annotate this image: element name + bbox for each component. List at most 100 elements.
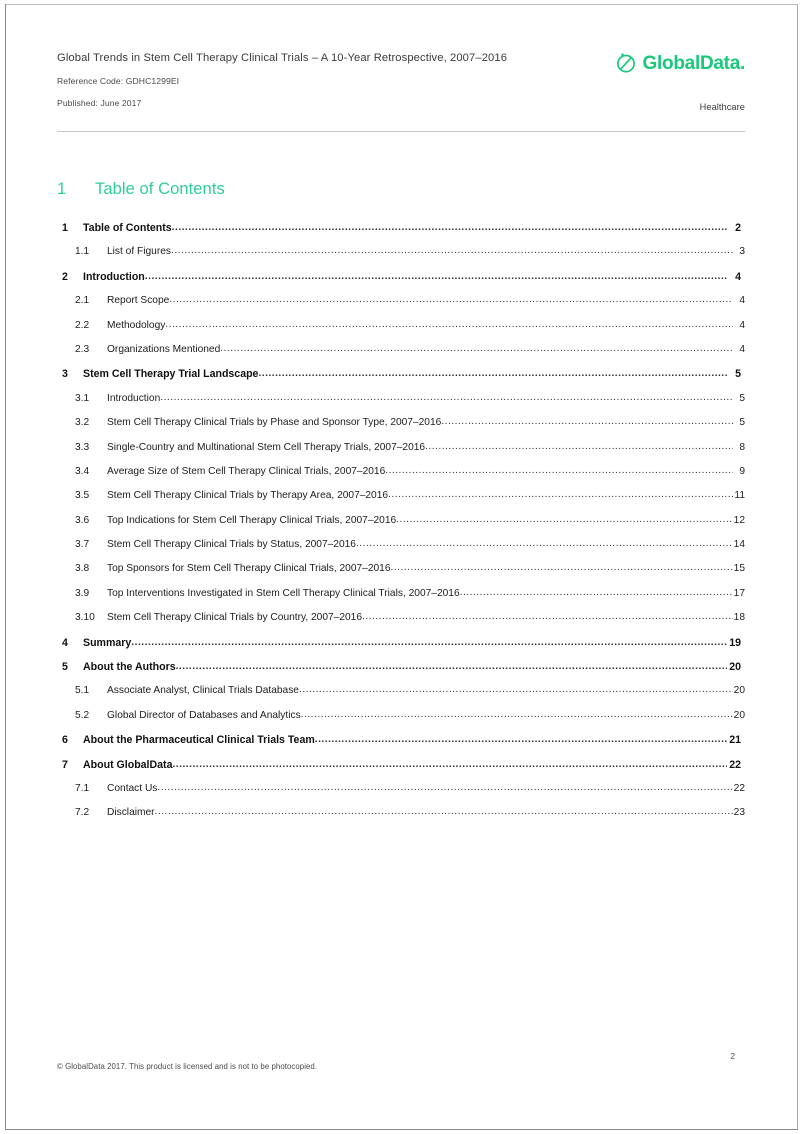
toc-entry-page: 19: [729, 636, 741, 649]
toc-entry-page: 5: [739, 392, 745, 404]
toc-entry[interactable]: 7.1 Contact Us...........................…: [57, 783, 745, 807]
toc-dot-leader: ........................................…: [131, 636, 727, 648]
toc-dot-leader: ........................................…: [160, 392, 733, 403]
globaldata-wordmark: GlobalData.: [642, 52, 746, 74]
page-title: 1 Table of Contents: [57, 180, 225, 199]
toc-entry-number: 5: [62, 661, 68, 674]
toc-dot-leader: ........................................…: [165, 319, 733, 330]
toc-dot-leader: ........................................…: [396, 514, 733, 525]
toc-dot-leader: ........................................…: [314, 734, 727, 746]
toc-entry[interactable]: 5.2 Global Director of Databases and Anal…: [57, 710, 745, 734]
toc-entry[interactable]: 3.4 Average Size of Stem Cell Therapy Cli…: [57, 466, 745, 490]
toc-entry-page: 9: [739, 465, 745, 477]
toc-dot-leader: ........................................…: [170, 246, 733, 257]
toc-entry-number: 2.1: [75, 295, 90, 307]
toc-entry-label: Stem Cell Therapy Clinical Trials by Sta…: [107, 539, 356, 551]
toc-dot-leader: ........................................…: [154, 807, 733, 818]
toc-entry-number: 3.8: [75, 563, 90, 575]
toc-dot-leader: ........................................…: [172, 758, 727, 770]
toc-entry[interactable]: 2.1 Report Scope.........................…: [57, 295, 745, 319]
toc-entry-number: 2: [62, 270, 68, 283]
toc-entry-page: 22: [729, 758, 741, 771]
toc-dot-leader: ........................................…: [425, 441, 733, 452]
toc-entry-label: Top Sponsors for Stem Cell Therapy Clini…: [107, 563, 391, 575]
toc-entry-label: About GlobalData: [83, 758, 173, 771]
document-page: Global Trends in Stem Cell Therapy Clini…: [0, 0, 802, 1134]
toc-entry-label: Stem Cell Therapy Clinical Trials by The…: [107, 490, 389, 502]
toc-entry-page: 4: [739, 343, 745, 355]
toc-entry-number: 6: [62, 734, 68, 747]
toc-entry-number: 2.3: [75, 343, 90, 355]
toc-entry-number: 2.2: [75, 319, 90, 331]
toc-entry-number: 3.1: [75, 392, 90, 404]
toc-entry-label: Table of Contents: [83, 222, 172, 234]
toc-dot-leader: ........................................…: [390, 563, 733, 574]
toc-entry-number: 4: [62, 636, 68, 649]
toc-entry-page: 4: [735, 270, 741, 283]
toc-entry[interactable]: 7.2 Disclaimer...........................…: [57, 807, 745, 831]
toc-entry-number: 5.1: [75, 685, 90, 697]
toc-entry-label: List of Figures: [107, 246, 171, 258]
toc-entry-page: 21: [729, 734, 741, 747]
toc-entry-number: 3.6: [75, 514, 90, 526]
toc-entry[interactable]: 5.1 Associate Analyst, Clinical Trials Da…: [57, 685, 745, 709]
toc-dot-leader: ........................................…: [220, 343, 733, 354]
toc-entry[interactable]: 3.5 Stem Cell Therapy Clinical Trials by …: [57, 490, 745, 514]
header-text-block: Global Trends in Stem Cell Therapy Clini…: [57, 52, 597, 108]
toc-entry[interactable]: 5 About the Authors......................…: [57, 661, 745, 685]
toc-entry-label: Stem Cell Therapy Clinical Trials by Cou…: [107, 612, 362, 624]
toc-entry-number: 7: [62, 758, 68, 771]
toc-entry[interactable]: 3.9 Top Interventions Investigated in Ste…: [57, 588, 745, 612]
toc-dot-leader: ........................................…: [157, 782, 733, 793]
toc-entry[interactable]: 3.7 Stem Cell Therapy Clinical Trials by …: [57, 539, 745, 563]
toc-dot-leader: ........................................…: [362, 612, 733, 623]
document-header: Global Trends in Stem Cell Therapy Clini…: [57, 52, 745, 112]
globaldata-circle-slash-icon: [615, 52, 637, 74]
toc-dot-leader: ........................................…: [441, 417, 733, 428]
toc-entry-label: Introduction: [107, 392, 161, 404]
toc-entry-label: About the Authors: [83, 661, 176, 674]
toc-entry-number: 3.5: [75, 490, 90, 502]
toc-entry[interactable]: 7 About GlobalData.......................…: [57, 759, 745, 783]
toc-entry-number: 7.2: [75, 807, 90, 819]
toc-entry[interactable]: 2.3 Organizations Mentioned..............…: [57, 344, 745, 368]
toc-entry-number: 7.1: [75, 782, 90, 794]
toc-entry-label: Report Scope: [107, 295, 170, 307]
toc-dot-leader: ........................................…: [175, 661, 727, 673]
toc-entry-page: 15: [733, 563, 745, 575]
globaldata-logo: GlobalData.: [615, 52, 745, 74]
sector-label: Healthcare: [699, 102, 745, 112]
toc-entry-label: Summary: [83, 636, 132, 649]
toc-entry[interactable]: 3.3 Single-Country and Multinational Stem…: [57, 442, 745, 466]
toc-entry-page: 2: [735, 222, 741, 234]
toc-entry-page: 12: [733, 514, 745, 526]
toc-entry[interactable]: 3 Stem Cell Therapy Trial Landscape......…: [57, 368, 745, 392]
toc-entry-page: 23: [733, 807, 745, 819]
toc-entry-number: 5.2: [75, 709, 90, 721]
toc-entry[interactable]: 1 Table of Contents......................…: [57, 222, 745, 246]
toc-entry-page: 20: [733, 685, 745, 697]
toc-entry[interactable]: 6 About the Pharmaceutical Clinical Trial…: [57, 734, 745, 758]
header-divider: [57, 131, 745, 132]
page-title-number: 1: [57, 180, 67, 198]
toc-entry-page: 4: [739, 319, 745, 331]
toc-entry[interactable]: 4 Summary................................…: [57, 637, 745, 661]
toc-entry[interactable]: 3.1 Introduction.........................…: [57, 393, 745, 417]
toc-entry[interactable]: 2 Introduction...........................…: [57, 271, 745, 295]
toc-entry-label: Stem Cell Therapy Trial Landscape: [83, 368, 259, 381]
toc-entry[interactable]: 3.2 Stem Cell Therapy Clinical Trials by …: [57, 417, 745, 441]
toc-entry[interactable]: 3.10 Stem Cell Therapy Clinical Trials by…: [57, 612, 745, 636]
toc-entry[interactable]: 2.2 Methodology..........................…: [57, 320, 745, 344]
toc-entry[interactable]: 3.6 Top Indications for Stem Cell Therapy…: [57, 515, 745, 539]
toc-entry-page: 20: [729, 661, 741, 674]
page-title-text: Table of Contents: [95, 180, 225, 198]
toc-entry-page: 5: [735, 368, 741, 381]
toc-dot-leader: ........................................…: [355, 539, 733, 550]
toc-entry[interactable]: 3.8 Top Sponsors for Stem Cell Therapy Cl…: [57, 563, 745, 587]
toc-entry-label: Single-Country and Multinational Stem Ce…: [107, 441, 426, 453]
published-date: Published: June 2017: [57, 98, 142, 109]
toc-entry-label: Global Director of Databases and Analyti…: [107, 709, 301, 721]
toc-entry-label: Top Interventions Investigated in Stem C…: [107, 587, 460, 599]
toc-entry-label: Contact Us: [107, 782, 158, 794]
toc-entry[interactable]: 1.1 List of Figures......................…: [57, 246, 745, 270]
